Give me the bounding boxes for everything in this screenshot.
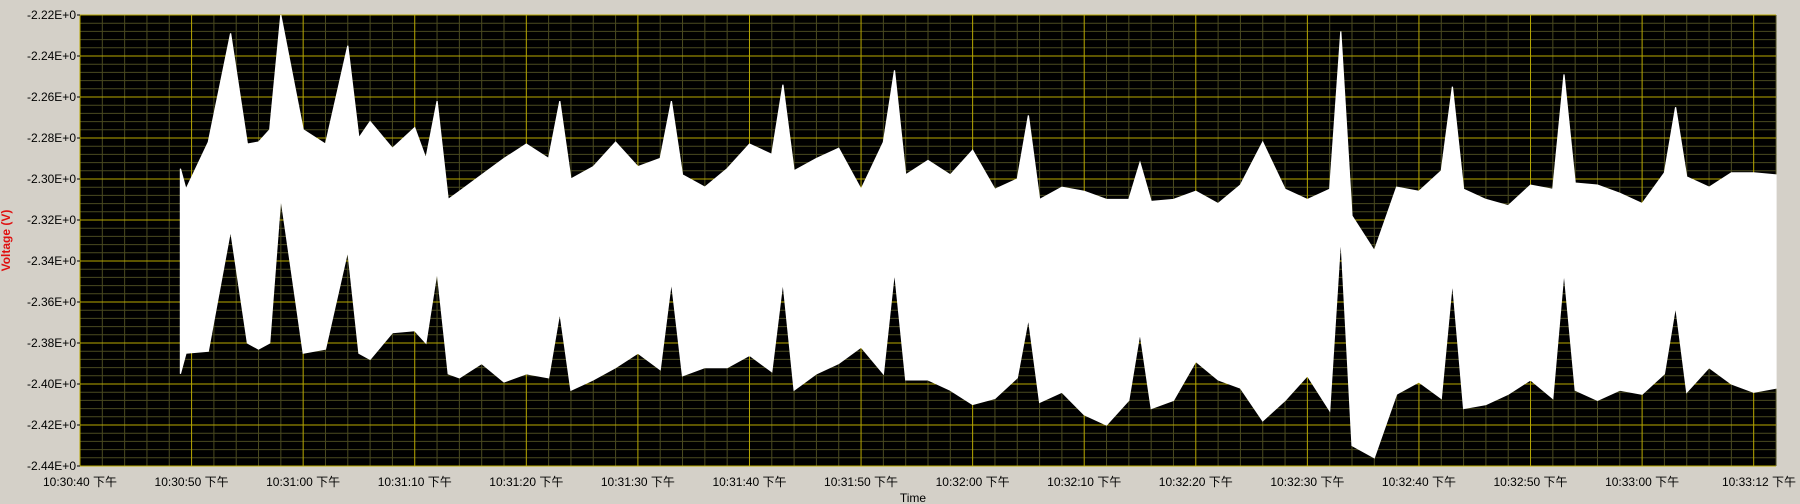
x-tick-label: 10:30:50 下午 xyxy=(155,475,229,489)
y-tick-label: -2.30E+0 xyxy=(27,172,76,186)
x-tick-label: 10:33:00 下午 xyxy=(1605,475,1679,489)
y-tick-label: -2.40E+0 xyxy=(27,377,76,391)
y-tick-label: -2.36E+0 xyxy=(27,295,76,309)
y-tick-label: -2.24E+0 xyxy=(27,49,76,63)
x-tick-label: 10:32:00 下午 xyxy=(936,475,1010,489)
y-tick-label: -2.44E+0 xyxy=(27,459,76,473)
x-tick-label: 10:32:10 下午 xyxy=(1047,475,1121,489)
x-tick-label: 10:32:40 下午 xyxy=(1382,475,1456,489)
x-tick-label: 10:31:40 下午 xyxy=(712,475,786,489)
y-tick-label: -2.22E+0 xyxy=(27,8,76,22)
y-axis: -2.22E+0 -2.24E+0 -2.26E+0 -2.28E+0 -2.30E+0… xyxy=(27,8,80,473)
waveform-chart: -2.22E+0 -2.24E+0 -2.26E+0 -2.28E+0 -2.30E+0… xyxy=(0,0,1800,504)
y-tick-label: -2.28E+0 xyxy=(27,131,76,145)
x-tick-label: 10:31:30 下午 xyxy=(601,475,675,489)
x-tick-label: 10:31:50 下午 xyxy=(824,475,898,489)
y-tick-label: -2.32E+0 xyxy=(27,213,76,227)
x-tick-label: 10:31:00 下午 xyxy=(266,475,340,489)
x-axis-label: Time xyxy=(900,491,927,504)
x-tick-label: 10:31:20 下午 xyxy=(489,475,563,489)
x-tick-label: 10:32:50 下午 xyxy=(1494,475,1568,489)
x-tick-label: 10:30:40 下午 xyxy=(43,475,117,489)
chart-svg: -2.22E+0 -2.24E+0 -2.26E+0 -2.28E+0 -2.30E+0… xyxy=(0,8,1796,504)
y-axis-label: Voltage (V) xyxy=(0,210,13,272)
y-tick-label: -2.42E+0 xyxy=(27,418,76,432)
y-tick-label: -2.34E+0 xyxy=(27,254,76,268)
y-tick-label: -2.38E+0 xyxy=(27,336,76,350)
x-axis: 10:30:40 下午 10:30:50 下午 10:31:00 下午 10:31:1… xyxy=(43,475,1796,489)
x-tick-label: 10:32:20 下午 xyxy=(1159,475,1233,489)
x-tick-label: 10:31:10 下午 xyxy=(378,475,452,489)
x-tick-label: 10:33:12 下午 xyxy=(1722,475,1796,489)
x-tick-label: 10:32:30 下午 xyxy=(1270,475,1344,489)
y-tick-label: -2.26E+0 xyxy=(27,90,76,104)
